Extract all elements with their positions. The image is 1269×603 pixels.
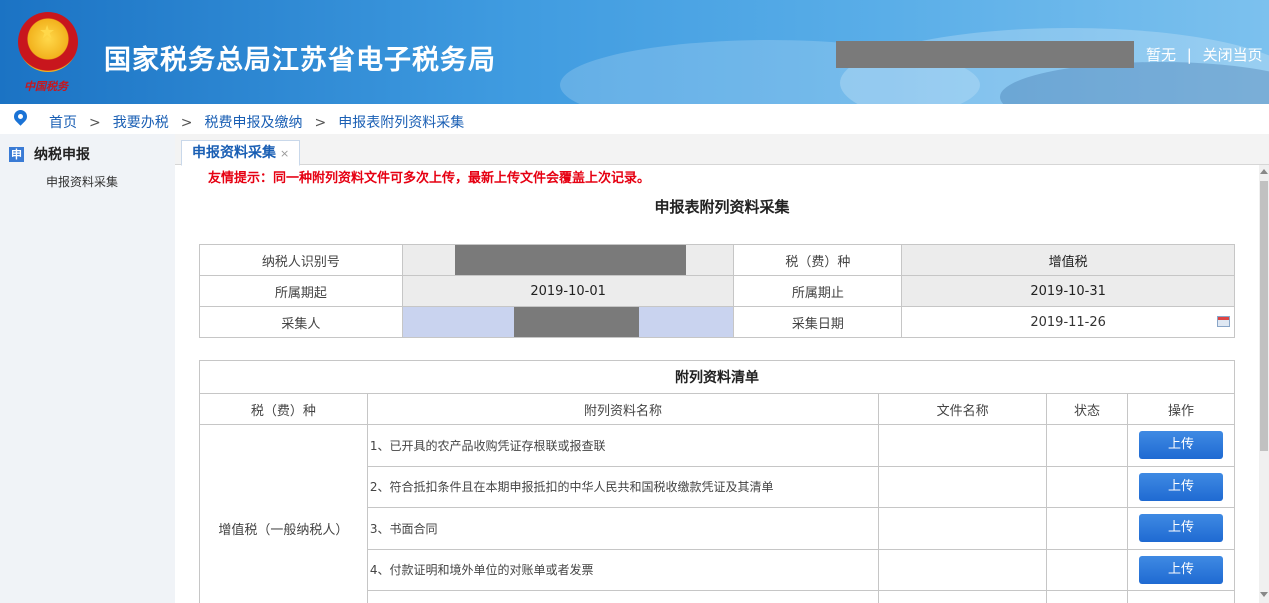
column-header-action: 操作 [1127, 393, 1235, 425]
page-title: 申报表附列资料采集 [654, 198, 790, 216]
attachment-name: 3、书面合同 [366, 507, 880, 550]
attachment-list-caption: 附列资料清单 [199, 360, 1235, 394]
main-content: 申报资料采集 × 友情提示：同一种附列资料文件可多次上传，最新上传文件会覆盖上次记… [175, 134, 1269, 603]
scroll-up-arrow-icon[interactable] [1260, 169, 1268, 174]
redacted-block [513, 307, 639, 337]
file-name-cell [878, 548, 1048, 591]
status-cell [1046, 465, 1128, 508]
breadcrumb-current[interactable]: 申报表附列资料采集 [338, 115, 464, 131]
taxpayer-id-label: 纳税人识别号 [199, 244, 403, 276]
attachment-name [366, 590, 880, 603]
close-page-link[interactable]: 关闭当页 [1203, 44, 1263, 65]
scroll-down-arrow-icon[interactable] [1260, 592, 1268, 597]
breadcrumb-tax-handling[interactable]: 我要办税 [113, 115, 169, 131]
column-header-attachment-name: 附列资料名称 [366, 393, 880, 425]
column-header-tax-type: 税（费）种 [199, 393, 368, 425]
breadcrumb-separator: > [180, 115, 193, 131]
table-row: 增值税（一般纳税人） 1、已开具的农产品收购凭证存根联或报查联 上传 [199, 424, 1235, 603]
tab-close-icon[interactable]: × [280, 147, 289, 160]
tax-type-label: 税（费）种 [733, 244, 903, 276]
notice-text: 友情提示：同一种附列资料文件可多次上传，最新上传文件会覆盖上次记录。 [208, 171, 651, 186]
tab-data-collection[interactable]: 申报资料采集 × [181, 140, 301, 166]
calendar-icon[interactable] [1217, 316, 1230, 327]
breadcrumb-home[interactable]: 首页 [49, 115, 77, 131]
collect-date-value: 2019-11-26 [1030, 314, 1106, 330]
tab-label: 申报资料采集 [192, 145, 276, 161]
tax-type-value: 增值税 [901, 244, 1235, 276]
collect-date-label: 采集日期 [733, 306, 903, 338]
header-link-none[interactable]: 暂无 [1146, 44, 1176, 65]
column-header-file-name: 文件名称 [878, 393, 1048, 425]
attachment-name: 1、已开具的农产品收购凭证存根联或报查联 [366, 424, 880, 467]
tax-type-cell: 增值税（一般纳税人） [199, 424, 368, 603]
file-name-cell [878, 590, 1048, 603]
status-cell [1046, 548, 1128, 591]
emblem-caption: 中国税务 [24, 80, 68, 93]
file-name-cell [878, 507, 1048, 550]
header-separator: | [1186, 46, 1192, 64]
header-links: 暂无 | 关闭当页 [1146, 44, 1263, 65]
collect-date-field[interactable]: 2019-11-26 [901, 306, 1235, 338]
upload-button[interactable]: 上传 [1139, 472, 1223, 501]
period-end-label: 所属期止 [733, 275, 903, 307]
breadcrumb-separator: > [314, 115, 327, 131]
taxpayer-id-field [401, 244, 735, 276]
attachment-name: 2、符合抵扣条件且在本期申报抵扣的中华人民共和国税收缴款凭证及其清单 [366, 465, 880, 508]
sidebar: 申纳税申报 申报资料采集 [0, 134, 175, 603]
user-info-redacted [836, 41, 1134, 68]
status-cell [1046, 590, 1128, 603]
tax-emblem-logo: ★ [18, 12, 78, 72]
redacted-block [454, 245, 686, 275]
taxpayer-info-table: 纳税人识别号 税（费）种 增值税 所属期起 2019-10-01 所属期止 20… [199, 244, 1235, 338]
column-header-status: 状态 [1046, 393, 1128, 425]
period-start-label: 所属期起 [199, 275, 403, 307]
action-cell [1127, 590, 1235, 603]
sidebar-heading-label: 纳税申报 [34, 147, 90, 163]
location-pin-icon [11, 107, 30, 126]
attachment-name: 4、付款证明和境外单位的对账单或者发票 [366, 548, 880, 591]
breadcrumb: 首页 > 我要办税 > 税费申报及缴纳 > 申报表附列资料采集 [0, 104, 1269, 134]
period-end-value: 2019-10-31 [901, 275, 1235, 307]
file-name-cell [878, 424, 1048, 467]
sidebar-heading[interactable]: 申纳税申报 [9, 144, 90, 164]
collector-label: 采集人 [199, 306, 403, 338]
sidebar-item-data-collection[interactable]: 申报资料采集 [46, 173, 118, 190]
file-name-cell [878, 465, 1048, 508]
site-title: 国家税务总局江苏省电子税务局 [104, 45, 496, 76]
declaration-badge-icon: 申 [9, 147, 24, 162]
tab-bar: 申报资料采集 × [175, 134, 1269, 166]
status-cell [1046, 507, 1128, 550]
breadcrumb-separator: > [89, 115, 101, 131]
collector-field[interactable] [401, 306, 735, 338]
upload-button[interactable]: 上传 [1139, 431, 1223, 460]
scrollbar-thumb[interactable] [1260, 181, 1268, 451]
period-start-value: 2019-10-01 [401, 275, 735, 307]
upload-button[interactable]: 上传 [1139, 514, 1223, 543]
breadcrumb-declaration[interactable]: 税费申报及缴纳 [204, 115, 302, 131]
attachment-list-table: 附列资料清单 税（费）种 附列资料名称 文件名称 状态 操作 增值税（一般纳税人… [199, 360, 1235, 603]
upload-button[interactable]: 上传 [1139, 555, 1223, 584]
status-cell [1046, 424, 1128, 467]
vertical-scrollbar[interactable] [1259, 165, 1269, 603]
header-banner: ★ 中国税务 国家税务总局江苏省电子税务局 暂无 | 关闭当页 [0, 0, 1269, 104]
